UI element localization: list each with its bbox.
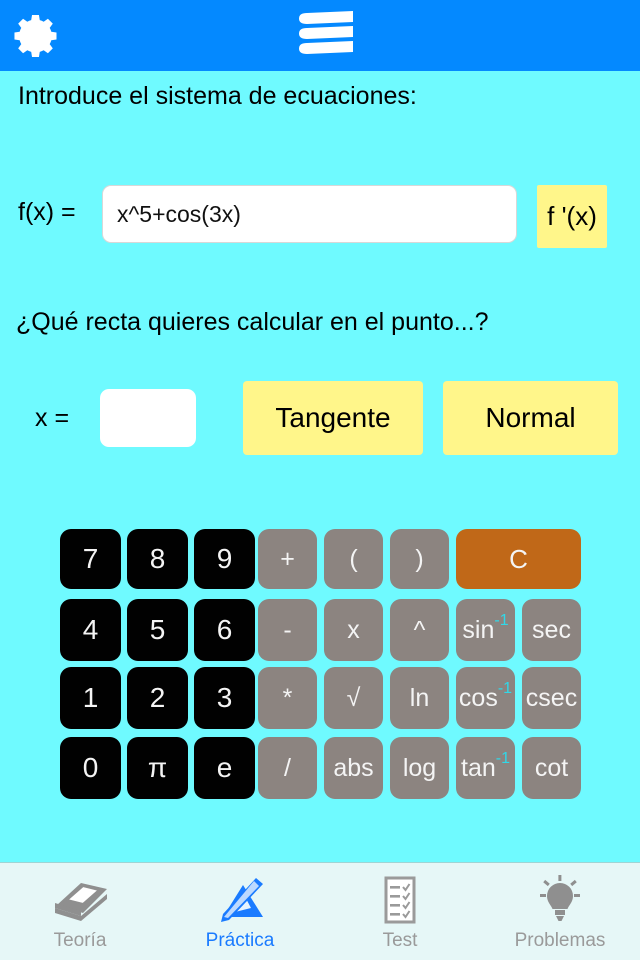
key-label: cos [458,683,498,712]
tab-label: Práctica [205,929,275,951]
key-label: 2 [149,682,166,713]
tab-label: Problemas [514,929,606,951]
key--[interactable]: π [127,737,188,799]
tab-practica[interactable]: Práctica [160,863,320,960]
key--[interactable]: ( [324,529,383,589]
bottom-tab-bar: Teoría Práctica Test Problemas [0,862,640,960]
key-4[interactable]: 4 [60,599,121,661]
key-label: log [402,753,437,782]
key-label: 9 [216,543,233,574]
key-x[interactable]: x [324,599,383,661]
key-c[interactable]: C [456,529,581,589]
app-logo-button[interactable] [272,8,368,66]
tangente-button[interactable]: Tangente [243,381,423,455]
key-6[interactable]: 6 [194,599,255,661]
key-5[interactable]: 5 [127,599,188,661]
fx-input[interactable] [102,185,517,243]
key-label: √ [346,683,361,712]
key-label: ^ [413,615,426,644]
key-label: ( [349,544,358,573]
key-label: / [284,753,291,782]
checklist-icon [367,872,433,928]
key-label: - [283,615,292,644]
key-label: sin [462,615,495,644]
key-label: e [216,752,233,783]
key-label: 6 [216,614,233,645]
key--[interactable]: - [258,599,317,661]
key-label: C [509,544,528,574]
key--[interactable]: + [258,529,317,589]
key-8[interactable]: 8 [127,529,188,589]
key-label: 4 [82,614,99,645]
fx-label: f(x) = [18,198,76,226]
key--[interactable]: ) [390,529,449,589]
key-superscript: -1 [497,680,513,697]
derivative-button[interactable]: f '(x) [537,185,607,248]
lightbulb-icon [527,872,593,928]
key-label: csec [525,683,578,712]
line-prompt: ¿Qué recta quieres calcular en el punto.… [16,308,489,336]
key-7[interactable]: 7 [60,529,121,589]
app-header [0,0,640,71]
key-label: ) [415,544,424,573]
x-input[interactable] [100,389,196,447]
settings-button[interactable] [9,8,65,64]
key-label: 3 [216,682,233,713]
normal-button[interactable]: Normal [443,381,618,455]
tab-label: Teoría [53,929,107,951]
key-label: 0 [82,752,99,783]
key-label: cot [534,753,569,782]
key-9[interactable]: 9 [194,529,255,589]
key-label: 8 [149,543,166,574]
key-label: sec [532,615,571,644]
key-label: ln [409,683,430,712]
key-label: π [147,752,168,783]
key-3[interactable]: 3 [194,667,255,729]
pencil-triangle-icon [207,872,273,928]
key-cot[interactable]: cot [522,737,581,799]
key-sin-inverse[interactable]: sin -1 [456,599,515,661]
key-1[interactable]: 1 [60,667,121,729]
key-cos-inverse[interactable]: cos -1 [456,667,515,729]
x-label: x = [35,404,70,432]
key-label: + [280,544,295,573]
tab-label: Test [382,929,418,951]
gear-icon [14,14,57,58]
key-superscript: -1 [495,750,510,767]
key-label: abs [333,753,374,782]
equations-prompt: Introduce el sistema de ecuaciones: [18,82,417,110]
books-stack-icon [299,11,353,54]
key-2[interactable]: 2 [127,667,188,729]
tab-problemas[interactable]: Problemas [480,863,640,960]
key-abs[interactable]: abs [324,737,383,799]
key-tan-inverse[interactable]: tan -1 [456,737,515,799]
key-0[interactable]: 0 [60,737,121,799]
key-label: * [282,683,293,712]
key-e[interactable]: e [194,737,255,799]
key-label: tan [461,753,496,782]
key--[interactable]: * [258,667,317,729]
tab-teoria[interactable]: Teoría [0,863,160,960]
tab-test[interactable]: Test [320,863,480,960]
calculator-keypad: 7 8 9 +() C 4 5 6- x ^ sin -1 sec 1 2 3 * √ ln cos -1 csec 0 π e… [0,520,640,810]
key-label: 1 [82,682,99,713]
key--[interactable]: √ [324,667,383,729]
book-icon [47,872,113,928]
key-log[interactable]: log [390,737,449,799]
key-csec[interactable]: csec [522,667,581,729]
key-ln[interactable]: ln [390,667,449,729]
key-label: x [347,615,360,644]
key-superscript: -1 [494,612,509,629]
key-label: 7 [82,543,99,574]
key--[interactable]: ^ [390,599,449,661]
key-sec[interactable]: sec [522,599,581,661]
key--[interactable]: / [258,737,317,799]
key-label: 5 [149,614,166,645]
